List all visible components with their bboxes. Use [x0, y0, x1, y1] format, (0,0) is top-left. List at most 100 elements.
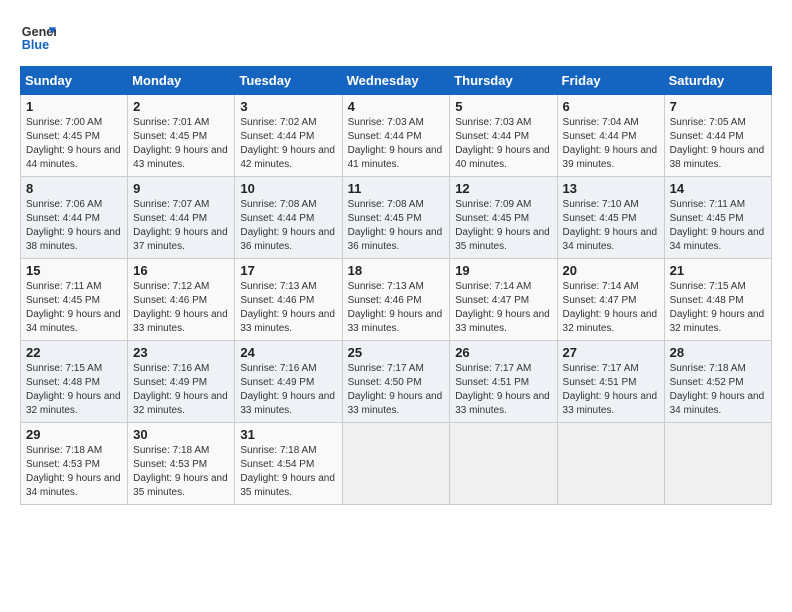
- day-info: Sunrise: 7:15 AMSunset: 4:48 PMDaylight:…: [26, 363, 121, 416]
- calendar-cell: 5 Sunrise: 7:03 AMSunset: 4:44 PMDayligh…: [450, 95, 557, 177]
- day-number: 15: [26, 263, 122, 278]
- day-number: 25: [348, 345, 445, 360]
- day-number: 20: [563, 263, 659, 278]
- day-number: 21: [670, 263, 766, 278]
- calendar-cell: 29 Sunrise: 7:18 AMSunset: 4:53 PMDaylig…: [21, 423, 128, 505]
- calendar-week-3: 15 Sunrise: 7:11 AMSunset: 4:45 PMDaylig…: [21, 259, 772, 341]
- day-info: Sunrise: 7:13 AMSunset: 4:46 PMDaylight:…: [240, 281, 335, 334]
- day-number: 27: [563, 345, 659, 360]
- day-info: Sunrise: 7:16 AMSunset: 4:49 PMDaylight:…: [133, 363, 228, 416]
- day-info: Sunrise: 7:06 AMSunset: 4:44 PMDaylight:…: [26, 199, 121, 252]
- day-info: Sunrise: 7:03 AMSunset: 4:44 PMDaylight:…: [455, 117, 550, 170]
- day-number: 11: [348, 181, 445, 196]
- day-info: Sunrise: 7:08 AMSunset: 4:45 PMDaylight:…: [348, 199, 443, 252]
- day-info: Sunrise: 7:13 AMSunset: 4:46 PMDaylight:…: [348, 281, 443, 334]
- day-number: 24: [240, 345, 336, 360]
- day-info: Sunrise: 7:00 AMSunset: 4:45 PMDaylight:…: [26, 117, 121, 170]
- calendar-cell: 10 Sunrise: 7:08 AMSunset: 4:44 PMDaylig…: [235, 177, 342, 259]
- day-number: 30: [133, 427, 229, 442]
- calendar-week-1: 1 Sunrise: 7:00 AMSunset: 4:45 PMDayligh…: [21, 95, 772, 177]
- calendar-cell: 28 Sunrise: 7:18 AMSunset: 4:52 PMDaylig…: [664, 341, 771, 423]
- logo: General Blue: [20, 20, 56, 56]
- day-info: Sunrise: 7:03 AMSunset: 4:44 PMDaylight:…: [348, 117, 443, 170]
- day-info: Sunrise: 7:11 AMSunset: 4:45 PMDaylight:…: [670, 199, 765, 252]
- svg-text:Blue: Blue: [22, 38, 49, 52]
- calendar-header-saturday: Saturday: [664, 67, 771, 95]
- day-number: 28: [670, 345, 766, 360]
- day-number: 22: [26, 345, 122, 360]
- day-info: Sunrise: 7:18 AMSunset: 4:53 PMDaylight:…: [133, 445, 228, 498]
- logo-icon: General Blue: [20, 20, 56, 56]
- calendar-cell: 2 Sunrise: 7:01 AMSunset: 4:45 PMDayligh…: [128, 95, 235, 177]
- day-number: 8: [26, 181, 122, 196]
- day-info: Sunrise: 7:18 AMSunset: 4:53 PMDaylight:…: [26, 445, 121, 498]
- calendar-cell: [342, 423, 450, 505]
- day-number: 3: [240, 99, 336, 114]
- calendar-cell: 20 Sunrise: 7:14 AMSunset: 4:47 PMDaylig…: [557, 259, 664, 341]
- calendar-header-wednesday: Wednesday: [342, 67, 450, 95]
- calendar-cell: 21 Sunrise: 7:15 AMSunset: 4:48 PMDaylig…: [664, 259, 771, 341]
- calendar-cell: 26 Sunrise: 7:17 AMSunset: 4:51 PMDaylig…: [450, 341, 557, 423]
- calendar-cell: 22 Sunrise: 7:15 AMSunset: 4:48 PMDaylig…: [21, 341, 128, 423]
- day-info: Sunrise: 7:17 AMSunset: 4:51 PMDaylight:…: [455, 363, 550, 416]
- day-number: 12: [455, 181, 551, 196]
- day-info: Sunrise: 7:04 AMSunset: 4:44 PMDaylight:…: [563, 117, 658, 170]
- day-info: Sunrise: 7:15 AMSunset: 4:48 PMDaylight:…: [670, 281, 765, 334]
- day-info: Sunrise: 7:10 AMSunset: 4:45 PMDaylight:…: [563, 199, 658, 252]
- calendar-table: SundayMondayTuesdayWednesdayThursdayFrid…: [20, 66, 772, 505]
- calendar-cell: 14 Sunrise: 7:11 AMSunset: 4:45 PMDaylig…: [664, 177, 771, 259]
- day-number: 26: [455, 345, 551, 360]
- calendar-cell: 15 Sunrise: 7:11 AMSunset: 4:45 PMDaylig…: [21, 259, 128, 341]
- day-number: 10: [240, 181, 336, 196]
- day-number: 18: [348, 263, 445, 278]
- calendar-cell: 12 Sunrise: 7:09 AMSunset: 4:45 PMDaylig…: [450, 177, 557, 259]
- day-number: 1: [26, 99, 122, 114]
- calendar-cell: 7 Sunrise: 7:05 AMSunset: 4:44 PMDayligh…: [664, 95, 771, 177]
- calendar-cell: 25 Sunrise: 7:17 AMSunset: 4:50 PMDaylig…: [342, 341, 450, 423]
- calendar-cell: [450, 423, 557, 505]
- day-info: Sunrise: 7:14 AMSunset: 4:47 PMDaylight:…: [455, 281, 550, 334]
- page-header: General Blue: [20, 20, 772, 56]
- calendar-header-row: SundayMondayTuesdayWednesdayThursdayFrid…: [21, 67, 772, 95]
- day-info: Sunrise: 7:12 AMSunset: 4:46 PMDaylight:…: [133, 281, 228, 334]
- calendar-cell: 6 Sunrise: 7:04 AMSunset: 4:44 PMDayligh…: [557, 95, 664, 177]
- calendar-header-thursday: Thursday: [450, 67, 557, 95]
- calendar-cell: 18 Sunrise: 7:13 AMSunset: 4:46 PMDaylig…: [342, 259, 450, 341]
- calendar-cell: 9 Sunrise: 7:07 AMSunset: 4:44 PMDayligh…: [128, 177, 235, 259]
- day-number: 5: [455, 99, 551, 114]
- calendar-header-friday: Friday: [557, 67, 664, 95]
- calendar-header-monday: Monday: [128, 67, 235, 95]
- calendar-cell: 11 Sunrise: 7:08 AMSunset: 4:45 PMDaylig…: [342, 177, 450, 259]
- day-info: Sunrise: 7:17 AMSunset: 4:51 PMDaylight:…: [563, 363, 658, 416]
- day-number: 31: [240, 427, 336, 442]
- day-number: 13: [563, 181, 659, 196]
- calendar-header-tuesday: Tuesday: [235, 67, 342, 95]
- calendar-cell: 19 Sunrise: 7:14 AMSunset: 4:47 PMDaylig…: [450, 259, 557, 341]
- day-info: Sunrise: 7:08 AMSunset: 4:44 PMDaylight:…: [240, 199, 335, 252]
- day-info: Sunrise: 7:09 AMSunset: 4:45 PMDaylight:…: [455, 199, 550, 252]
- day-info: Sunrise: 7:14 AMSunset: 4:47 PMDaylight:…: [563, 281, 658, 334]
- calendar-cell: [557, 423, 664, 505]
- calendar-cell: 27 Sunrise: 7:17 AMSunset: 4:51 PMDaylig…: [557, 341, 664, 423]
- day-number: 23: [133, 345, 229, 360]
- day-info: Sunrise: 7:17 AMSunset: 4:50 PMDaylight:…: [348, 363, 443, 416]
- day-number: 4: [348, 99, 445, 114]
- calendar-cell: 30 Sunrise: 7:18 AMSunset: 4:53 PMDaylig…: [128, 423, 235, 505]
- day-number: 16: [133, 263, 229, 278]
- calendar-cell: [664, 423, 771, 505]
- day-info: Sunrise: 7:05 AMSunset: 4:44 PMDaylight:…: [670, 117, 765, 170]
- calendar-cell: 8 Sunrise: 7:06 AMSunset: 4:44 PMDayligh…: [21, 177, 128, 259]
- day-info: Sunrise: 7:02 AMSunset: 4:44 PMDaylight:…: [240, 117, 335, 170]
- calendar-cell: 24 Sunrise: 7:16 AMSunset: 4:49 PMDaylig…: [235, 341, 342, 423]
- day-info: Sunrise: 7:16 AMSunset: 4:49 PMDaylight:…: [240, 363, 335, 416]
- day-info: Sunrise: 7:11 AMSunset: 4:45 PMDaylight:…: [26, 281, 121, 334]
- day-number: 19: [455, 263, 551, 278]
- calendar-cell: 13 Sunrise: 7:10 AMSunset: 4:45 PMDaylig…: [557, 177, 664, 259]
- day-number: 14: [670, 181, 766, 196]
- calendar-week-2: 8 Sunrise: 7:06 AMSunset: 4:44 PMDayligh…: [21, 177, 772, 259]
- calendar-cell: 3 Sunrise: 7:02 AMSunset: 4:44 PMDayligh…: [235, 95, 342, 177]
- calendar-header-sunday: Sunday: [21, 67, 128, 95]
- day-info: Sunrise: 7:18 AMSunset: 4:54 PMDaylight:…: [240, 445, 335, 498]
- day-number: 17: [240, 263, 336, 278]
- day-number: 9: [133, 181, 229, 196]
